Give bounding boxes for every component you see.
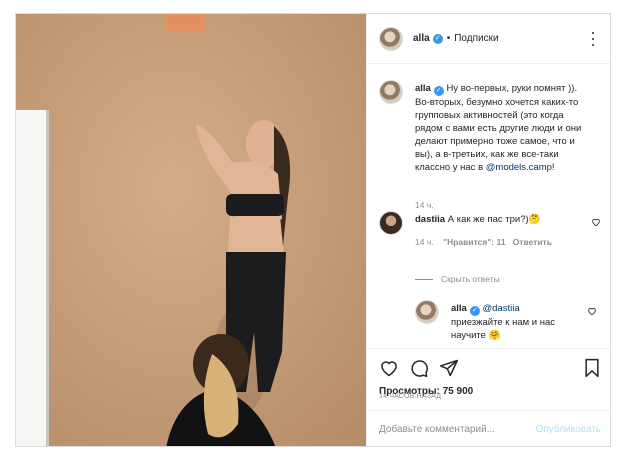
author-username[interactable]: alla xyxy=(413,33,430,44)
comment-input[interactable] xyxy=(379,424,536,435)
comment-like-heart-icon[interactable] xyxy=(591,217,601,227)
verified-badge-icon: ✓ xyxy=(432,33,443,44)
reply-like-heart-icon[interactable] xyxy=(587,306,597,316)
caption-time[interactable]: 14 ч. xyxy=(415,200,434,210)
header-separator: • xyxy=(446,33,451,44)
comment-text: dastiia А как же пас три?)🤔 xyxy=(415,213,585,226)
reply-body: приезжайте к нам и нас научите 🤗 xyxy=(451,317,555,341)
reply-button[interactable]: Ответить xyxy=(513,237,552,247)
caption-end: ! xyxy=(551,162,555,173)
comment-icon[interactable] xyxy=(409,358,429,378)
caption-avatar[interactable] xyxy=(379,80,403,104)
hide-replies-line xyxy=(415,278,433,280)
instagram-post: alla ✓ • Подписки alla ✓ Ну во-первых, ру… xyxy=(15,13,611,447)
verified-badge-icon: ✓ xyxy=(433,86,444,96)
reply-avatar[interactable] xyxy=(415,300,439,324)
reply-item: alla ✓ @dastiia приезжайте к нам и нас на… xyxy=(415,300,605,348)
action-icons xyxy=(379,358,459,378)
hide-replies-button[interactable]: Скрыть ответы xyxy=(415,274,500,284)
post-sidebar: alla ✓ • Подписки alla ✓ Ну во-первых, ру… xyxy=(366,14,610,446)
comment-time[interactable]: 14 ч. xyxy=(415,237,434,247)
post-header: alla ✓ • Подписки xyxy=(367,14,610,64)
post-video[interactable] xyxy=(16,14,366,446)
commenter-username[interactable]: dastiia xyxy=(415,214,445,225)
caption-username[interactable]: alla xyxy=(415,83,431,94)
caption-mention-link[interactable]: @models.camp xyxy=(486,162,552,173)
commenter-avatar[interactable] xyxy=(379,211,403,235)
reply-username[interactable]: alla xyxy=(451,303,467,314)
add-comment-bar: Опубликовать xyxy=(367,410,610,446)
post-timestamp[interactable]: 14 ЧАСОВ НАЗАД xyxy=(379,393,441,400)
publish-button[interactable]: Опубликовать xyxy=(536,424,601,435)
comment-likes-count[interactable]: "Нравится": 11 xyxy=(443,237,505,247)
author-avatar[interactable] xyxy=(379,26,403,51)
reply-mention-link[interactable]: @dastiia xyxy=(483,303,520,314)
share-icon[interactable] xyxy=(439,358,459,378)
caption: alla ✓ Ну во-первых, руки помнят )). Во-в… xyxy=(379,80,609,215)
video-frame-image xyxy=(16,14,366,446)
hide-replies-label: Скрыть ответы xyxy=(441,274,500,284)
more-options-icon[interactable] xyxy=(586,32,600,46)
comment-item: dastiia А как же пас три?)🤔 14 ч. "Нрави… xyxy=(379,211,609,261)
bookmark-icon[interactable] xyxy=(583,358,601,378)
following-button[interactable]: Подписки xyxy=(454,33,498,44)
comment-body: А как же пас три?)🤔 xyxy=(447,214,541,225)
caption-text: alla ✓ Ну во-первых, руки помнят )). Во-в… xyxy=(415,82,585,174)
comments-thread: alla ✓ Ну во-первых, руки помнят )). Во-в… xyxy=(367,65,610,348)
verified-badge-icon: ✓ xyxy=(469,306,480,316)
comment-meta: 14 ч. "Нравится": 11 Ответить xyxy=(415,237,552,247)
reply-text: alla ✓ @dastiia приезжайте к нам и нас на… xyxy=(451,302,571,342)
heart-icon[interactable] xyxy=(379,358,399,378)
caption-body: Ну во-первых, руки помнят )). Во-вторых,… xyxy=(415,83,582,173)
